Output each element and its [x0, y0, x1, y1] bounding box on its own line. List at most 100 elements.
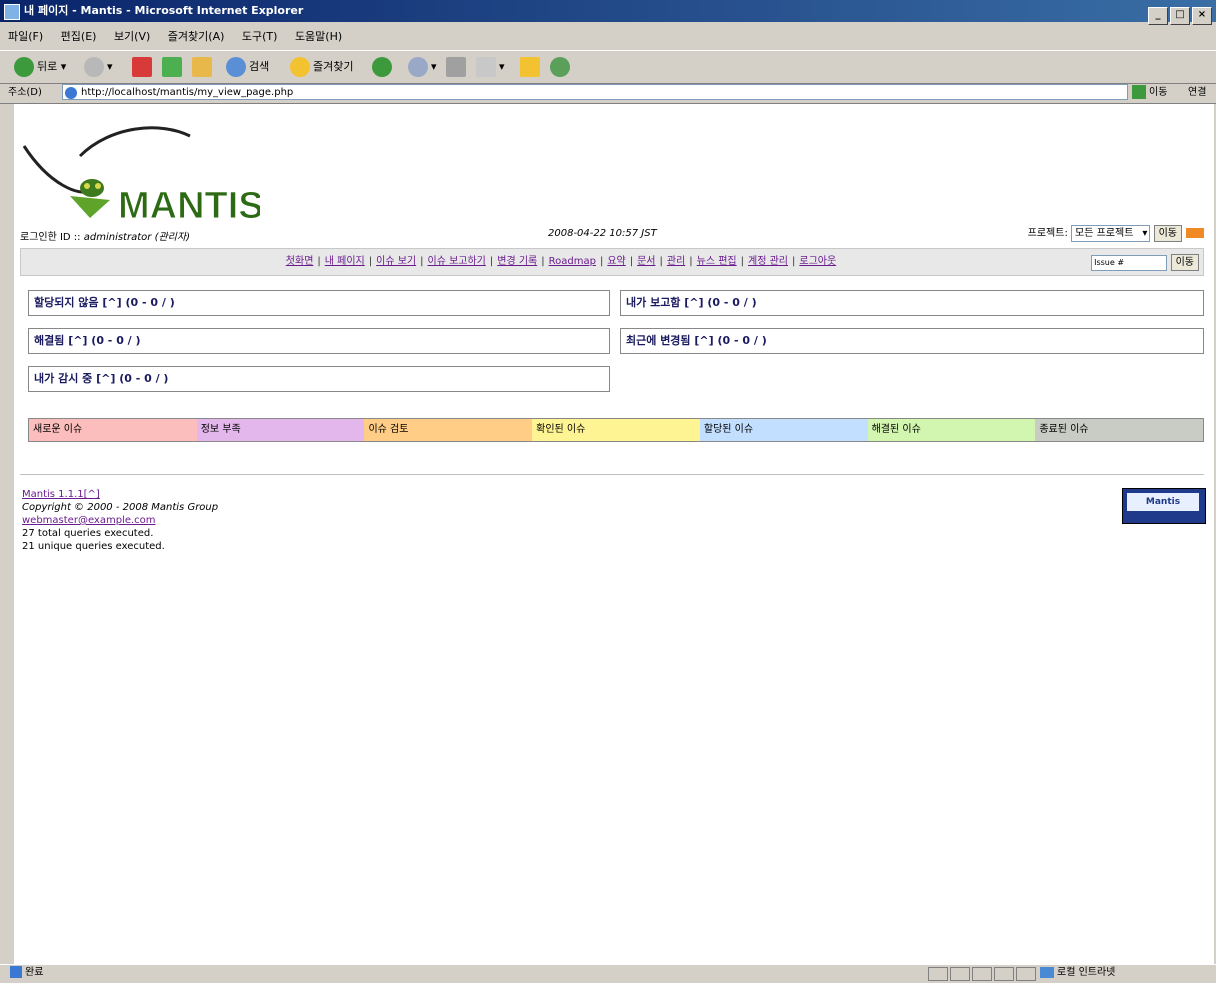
box-recent-title[interactable]: 최근에 변경됨 [^] (0 - 0 / )	[626, 334, 767, 347]
address-url: http://localhost/mantis/my_view_page.php	[81, 87, 294, 98]
legend-new: 새로운 이슈	[29, 419, 197, 441]
box-reported[interactable]: 내가 보고함 [^] (0 - 0 / )	[620, 290, 1204, 316]
webmaster-email[interactable]: webmaster@example.com	[22, 515, 156, 526]
messenger-icon	[550, 57, 570, 77]
legend-closed: 종료된 이슈	[1035, 419, 1204, 441]
legend-acknowledged: 이슈 검토	[364, 419, 533, 441]
forward-arrow-icon	[84, 57, 104, 77]
rss-icon[interactable]	[1186, 228, 1204, 238]
menu-edit[interactable]: 편집(E)	[61, 30, 97, 43]
intranet-icon	[1040, 966, 1054, 978]
box-unassigned-title[interactable]: 할당되지 않음 [^] (0 - 0 / )	[34, 296, 175, 309]
edit-button[interactable]: ▾	[476, 55, 505, 79]
print-icon	[446, 57, 466, 77]
menu-file[interactable]: 파일(F)	[8, 30, 43, 43]
legend-resolved: 해결된 이슈	[867, 419, 1036, 441]
favorites-button[interactable]: 즐겨찾기	[290, 55, 353, 79]
page-icon	[65, 87, 77, 99]
main-nav: 첫화면 | 내 페이지 | 이슈 보기 | 이슈 보고하기 | 변경 기록 | Roadmap | 요약…	[20, 248, 1204, 276]
mail-button[interactable]: ▾	[408, 55, 437, 79]
issue-number-input[interactable]: Issue #	[1091, 254, 1168, 271]
back-button[interactable]: 뒤로 ▾	[14, 55, 66, 79]
history-button[interactable]	[372, 55, 395, 79]
close-button[interactable]: ×	[1192, 7, 1212, 25]
nav-roadmap[interactable]: Roadmap	[549, 256, 596, 267]
search-label: 검색	[249, 60, 270, 73]
page-content: MANTIS 로그인한 ID :: administrator (관리자) 20…	[14, 104, 1216, 964]
issue-jump: Issue # 이동	[1091, 254, 1199, 271]
queries-unique: 21 unique queries executed.	[22, 541, 165, 552]
address-bar: 주소(D) http://localhost/mantis/my_view_pa…	[0, 83, 1216, 104]
mantis-badge-label: Mantis	[1127, 493, 1199, 511]
status-bar: 완료 로컬 인트라넷	[0, 964, 1216, 982]
logo-text: MANTIS	[118, 185, 260, 226]
stop-icon	[132, 57, 152, 77]
project-go-button[interactable]: 이동	[1153, 224, 1182, 242]
box-resolved-title[interactable]: 해결됨 [^] (0 - 0 / )	[34, 334, 141, 347]
box-resolved[interactable]: 해결됨 [^] (0 - 0 / )	[28, 328, 610, 354]
page-done-icon	[10, 966, 22, 978]
status-legend: 새로운 이슈 정보 부족 이슈 검토 확인된 이슈 할당된 이슈 해결된 이슈 …	[28, 418, 1204, 442]
print-button[interactable]	[446, 55, 469, 79]
box-monitored-title[interactable]: 내가 감시 중 [^] (0 - 0 / )	[34, 372, 168, 385]
window-controls: _ □ ×	[1146, 3, 1212, 25]
issue-jump-button[interactable]: 이동	[1170, 254, 1199, 271]
nav-logout[interactable]: 로그아웃	[799, 256, 836, 267]
home-button[interactable]	[192, 55, 215, 79]
stop-button[interactable]	[132, 55, 155, 79]
nav-summary[interactable]: 요약	[607, 256, 625, 267]
project-selector: 프로젝트: 모든 프로젝트 이동	[1028, 224, 1204, 242]
forward-button[interactable]: ▾	[84, 55, 113, 79]
menu-help[interactable]: 도움말(H)	[295, 30, 342, 43]
status-text: 완료	[25, 967, 44, 978]
nav-edit-news[interactable]: 뉴스 편집	[697, 256, 737, 267]
search-button[interactable]: 검색	[226, 55, 269, 79]
minimize-button[interactable]: _	[1148, 7, 1168, 25]
nav-links: 첫화면 | 내 페이지 | 이슈 보기 | 이슈 보고하기 | 변경 기록 | Roadmap | 요약…	[285, 256, 837, 267]
home-icon	[192, 57, 212, 77]
menu-favorites[interactable]: 즐겨찾기(A)	[168, 30, 225, 43]
security-zone: 로컬 인트라넷	[1040, 965, 1115, 981]
version-link[interactable]: Mantis 1.1.1[^]	[22, 489, 100, 500]
mantis-logo[interactable]: MANTIS	[20, 116, 260, 226]
nav-view-issues[interactable]: 이슈 보기	[376, 256, 416, 267]
back-label: 뒤로	[37, 60, 58, 73]
box-unassigned[interactable]: 할당되지 않음 [^] (0 - 0 / )	[28, 290, 610, 316]
go-label: 이동	[1149, 87, 1168, 98]
menu-view[interactable]: 보기(V)	[114, 30, 150, 43]
messenger-button[interactable]	[550, 55, 573, 79]
nav-docs[interactable]: 문서	[637, 256, 655, 267]
nav-main[interactable]: 첫화면	[286, 256, 314, 267]
go-button[interactable]: 이동	[1132, 83, 1167, 103]
nav-manage[interactable]: 관리	[667, 256, 685, 267]
window-title: 내 페이지 - Mantis - Microsoft Internet Expl…	[24, 4, 304, 17]
nav-my-view[interactable]: 내 페이지	[325, 256, 365, 267]
address-input[interactable]: http://localhost/mantis/my_view_page.php	[62, 84, 1128, 100]
menu-tools[interactable]: 도구(T)	[242, 30, 278, 43]
maximize-button[interactable]: □	[1170, 7, 1190, 25]
box-reported-title[interactable]: 내가 보고함 [^] (0 - 0 / )	[626, 296, 757, 309]
project-select[interactable]: 모든 프로젝트	[1071, 224, 1151, 242]
status-left: 완료	[10, 965, 43, 981]
legend-feedback: 정보 부족	[196, 419, 365, 441]
folder-button[interactable]	[520, 55, 543, 79]
links-button[interactable]: 연결	[1188, 83, 1206, 103]
nav-changelog[interactable]: 변경 기록	[497, 256, 537, 267]
folder-icon	[520, 57, 540, 77]
box-monitored[interactable]: 내가 감시 중 [^] (0 - 0 / )	[28, 366, 610, 392]
refresh-button[interactable]	[162, 55, 185, 79]
project-label: 프로젝트:	[1027, 228, 1068, 239]
ie-app-icon	[4, 4, 20, 20]
refresh-icon	[162, 57, 182, 77]
user-role: (관리자)	[154, 232, 190, 243]
mail-icon	[408, 57, 428, 77]
legend-confirmed: 확인된 이슈	[532, 419, 700, 441]
box-recent[interactable]: 최근에 변경됨 [^] (0 - 0 / )	[620, 328, 1204, 354]
star-icon	[290, 57, 310, 77]
favorites-label: 즐겨찾기	[313, 60, 354, 73]
login-info-row: 로그인한 ID :: administrator (관리자) 2008-04-2…	[20, 224, 1204, 244]
mantis-badge[interactable]: Mantis	[1122, 488, 1206, 524]
nav-account[interactable]: 계정 관리	[748, 256, 788, 267]
footer-divider	[20, 474, 1204, 475]
nav-report-issue[interactable]: 이슈 보고하기	[428, 256, 486, 267]
